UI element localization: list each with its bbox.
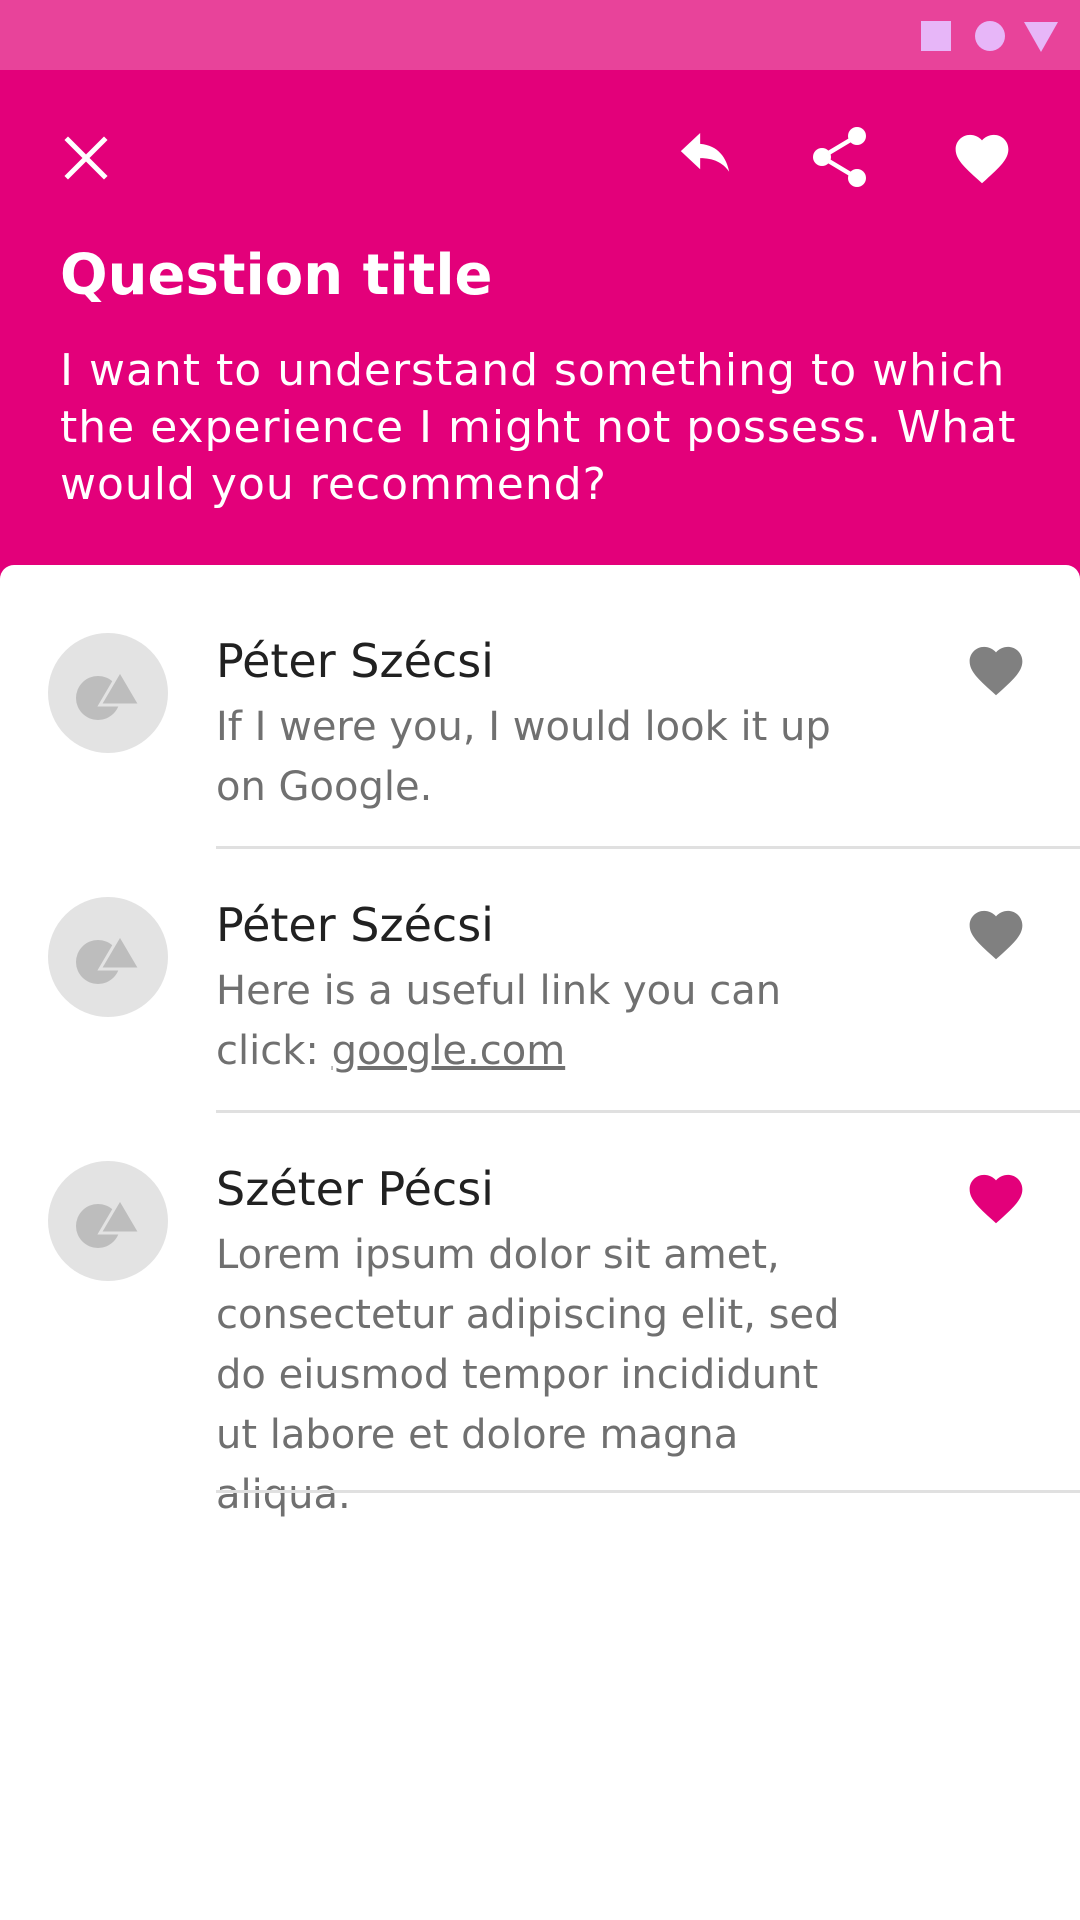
square-icon (921, 21, 951, 51)
close-icon (64, 136, 108, 180)
triangle-icon (1024, 22, 1058, 52)
share-button[interactable] (800, 118, 880, 196)
reply-button[interactable] (665, 120, 745, 192)
answer-text: Here is a useful link you can click: goo… (216, 961, 856, 1081)
share-icon (813, 127, 866, 187)
answer-text: If I were you, I would look it up on Goo… (216, 704, 831, 810)
like-button[interactable] (960, 636, 1032, 700)
answer-author: Péter Szécsi (216, 634, 494, 688)
reply-icon (680, 133, 730, 172)
question-text: I want to understand something to which … (60, 345, 1017, 510)
avatar (48, 633, 168, 753)
image-placeholder-icon (76, 1196, 143, 1248)
answer-text: Lorem ipsum dolor sit amet, consectetur … (216, 1232, 840, 1518)
divider (216, 1490, 1080, 1493)
like-button[interactable] (960, 1164, 1032, 1228)
question-header: Question title I want to understand some… (0, 70, 1080, 580)
avatar (48, 1161, 168, 1281)
question-title: Question title (60, 243, 493, 308)
answer-link[interactable]: google.com (332, 1028, 566, 1074)
answer-author: Széter Pécsi (216, 1162, 494, 1216)
like-button[interactable] (960, 900, 1032, 964)
list-item[interactable]: Péter Szécsi If I were you, I would look… (0, 565, 1080, 849)
close-button[interactable] (50, 122, 122, 194)
answers-list: Péter Szécsi If I were you, I would look… (0, 565, 1080, 1920)
list-item[interactable]: Péter Szécsi Here is a useful link you c… (0, 849, 1080, 1113)
list-item[interactable]: Széter Pécsi Lorem ipsum dolor sit amet,… (0, 1113, 1080, 1518)
circle-icon (975, 21, 1005, 51)
heart-icon (969, 1174, 1023, 1224)
favorite-button[interactable] (942, 120, 1022, 192)
heart-icon (969, 646, 1023, 696)
answer-author: Péter Szécsi (216, 898, 494, 952)
heart-icon (969, 910, 1023, 960)
image-placeholder-icon (76, 668, 143, 720)
heart-icon (955, 134, 1009, 184)
image-placeholder-icon (76, 932, 143, 984)
status-bar (0, 0, 1080, 70)
avatar (48, 897, 168, 1017)
